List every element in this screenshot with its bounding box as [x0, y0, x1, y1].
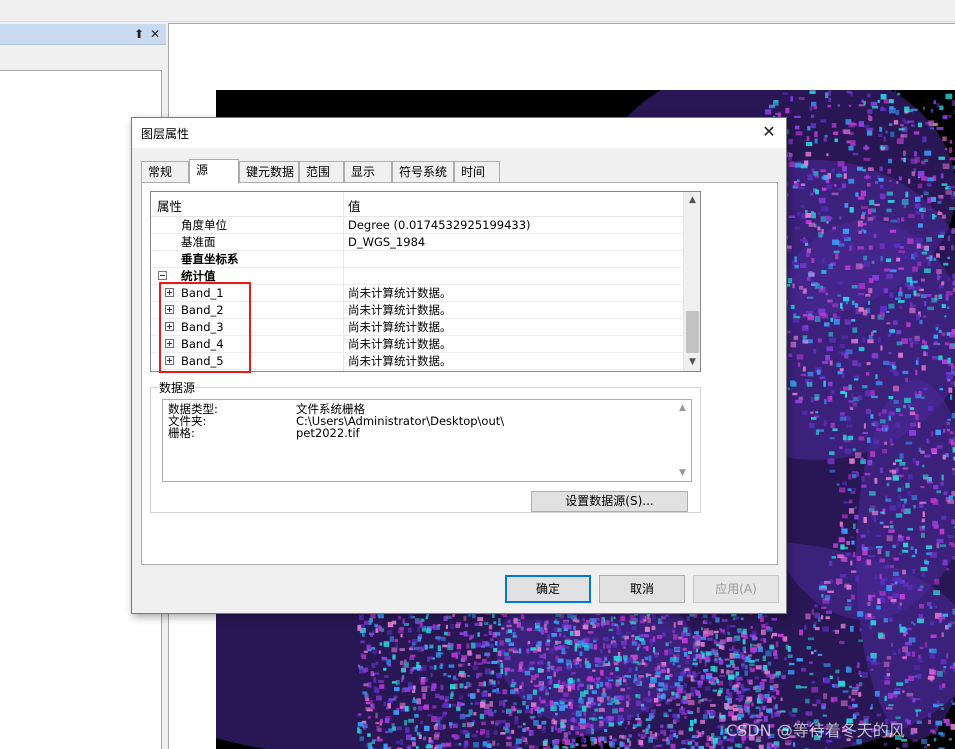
scroll-thumb[interactable]	[686, 311, 699, 353]
tab-display[interactable]: 显示	[344, 161, 392, 183]
band-value: 尚未计算统计数据。	[348, 320, 452, 334]
property-key: 垂直坐标系	[181, 252, 239, 266]
property-row[interactable]: 基准面 D_WGS_1984	[151, 234, 683, 251]
scroll-down-icon[interactable]: ▼	[684, 354, 700, 371]
dialog-title: 图层属性	[141, 127, 190, 141]
property-key: 角度单位	[181, 218, 227, 232]
band-value: 尚未计算统计数据。	[348, 354, 452, 368]
property-grid-header: 属性 值	[151, 192, 683, 217]
property-row[interactable]: 角度单位 Degree (0.0174532925199433)	[151, 217, 683, 234]
close-icon[interactable]: ✕	[758, 121, 780, 143]
dock-titlebar: ⬆ ✕	[0, 24, 166, 45]
cancel-button[interactable]: 取消	[599, 575, 685, 603]
datasource-value: pet2022.tif	[296, 426, 360, 440]
tab-extent[interactable]: 范围	[299, 161, 344, 183]
toolbar-strip	[0, 0, 955, 22]
datasource-group: 数据源 数据类型: 文件系统栅格 文件夹: C:\Users\Administr…	[150, 379, 701, 513]
tab-source[interactable]: 源	[189, 159, 239, 184]
scroll-up-icon[interactable]: ▲	[684, 192, 700, 209]
tab-general[interactable]: 常规	[141, 161, 189, 183]
datasource-key: 栅格:	[168, 426, 195, 440]
property-key: 基准面	[181, 235, 216, 249]
datasource-scrollbar[interactable]: ▲ ▼	[674, 400, 691, 481]
dock-close-icon[interactable]: ✕	[148, 24, 162, 45]
datasource-label: 数据源	[158, 379, 197, 396]
tab-key-metadata[interactable]: 键元数据	[239, 161, 299, 183]
scroll-down-icon[interactable]: ▼	[674, 468, 691, 478]
collapse-icon[interactable]	[158, 271, 167, 280]
pin-icon[interactable]: ⬆	[132, 24, 146, 45]
band-value: 尚未计算统计数据。	[348, 303, 452, 317]
ok-button[interactable]: 确定	[505, 575, 591, 603]
datasource-textbox[interactable]: 数据类型: 文件系统栅格 文件夹: C:\Users\Administrator…	[162, 399, 692, 482]
set-datasource-button[interactable]: 设置数据源(S)...	[531, 491, 688, 512]
band-value: 尚未计算统计数据。	[348, 337, 452, 351]
property-grid-scrollbar[interactable]: ▲ ▼	[683, 192, 700, 371]
source-tab-page: 属性 值 角度单位 Degree (0.0174532925199433) 基准…	[141, 182, 778, 565]
property-value: Degree (0.0174532925199433)	[348, 218, 531, 232]
tab-symbology[interactable]: 符号系统	[392, 161, 454, 183]
property-row[interactable]: 垂直坐标系	[151, 251, 683, 268]
header-value: 值	[348, 199, 361, 214]
arcmap-window: ⬆ ✕ CSDN @等待着冬天的风 图层属性 ✕ 常规 源 键元数据 范围 显示…	[0, 0, 955, 749]
watermark: CSDN @等待着冬天的风	[726, 721, 905, 740]
tab-time[interactable]: 时间	[454, 161, 500, 183]
dialog-titlebar: 图层属性 ✕	[132, 118, 786, 148]
property-value: D_WGS_1984	[348, 235, 426, 249]
layer-properties-dialog: 图层属性 ✕ 常规 源 键元数据 范围 显示 符号系统 时间 属性 值 角度单位…	[131, 117, 787, 614]
apply-button[interactable]: 应用(A)	[693, 575, 779, 603]
band-highlight-box	[159, 282, 251, 373]
header-property: 属性	[157, 199, 183, 214]
scroll-up-icon[interactable]: ▲	[674, 403, 691, 413]
band-value: 尚未计算统计数据。	[348, 286, 452, 300]
